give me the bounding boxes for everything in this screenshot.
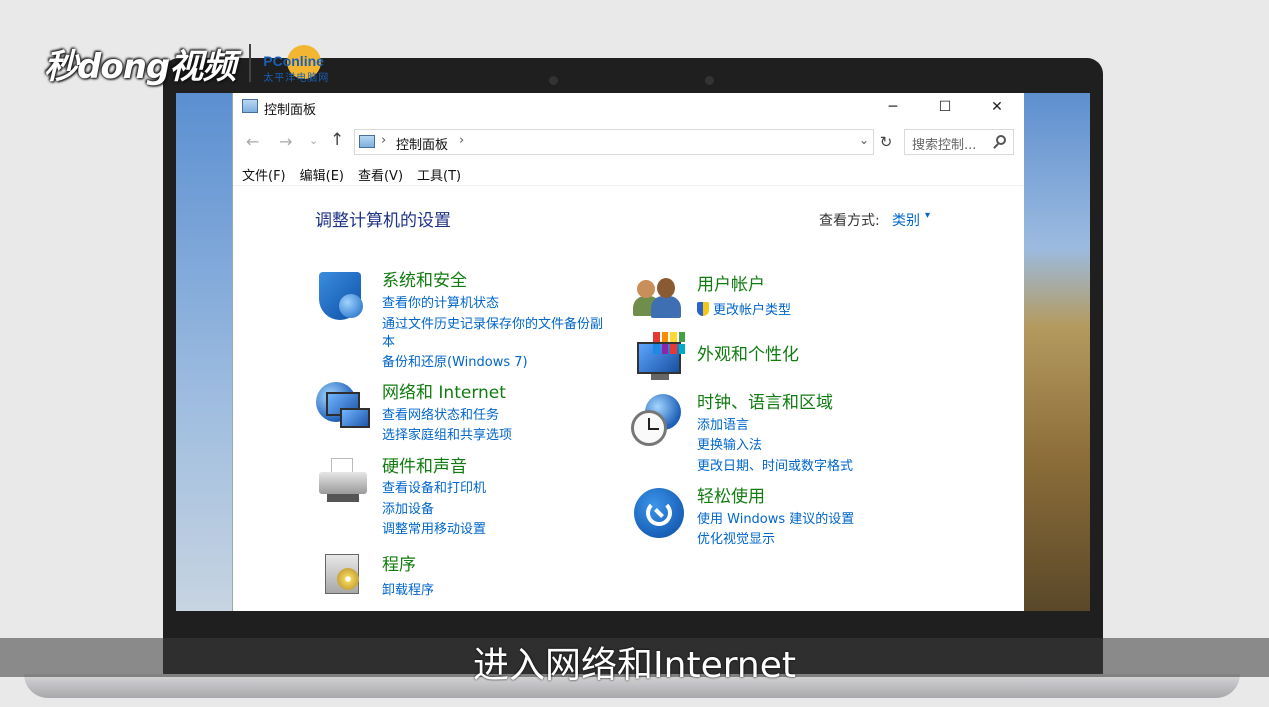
breadcrumb-chevron-icon[interactable]: ›	[381, 133, 386, 148]
menu-bar: 文件(F) 编辑(E) 查看(V) 工具(T)	[242, 165, 461, 184]
window-title: 控制面板	[264, 103, 317, 118]
category-network-internet[interactable]: 网络和 Internet	[382, 378, 506, 403]
ease-of-access-icon[interactable]	[634, 488, 684, 538]
category-appearance[interactable]: 外观和个性化	[697, 340, 799, 365]
uac-shield-icon	[697, 302, 709, 316]
link-mobility-settings[interactable]: 调整常用移动设置	[382, 518, 486, 537]
link-file-history-backup[interactable]: 通过文件历史记录保存你的文件备份副	[382, 313, 603, 332]
appearance-icon[interactable]	[635, 332, 685, 382]
link-optimize-visual-display[interactable]: 优化视觉显示	[697, 528, 775, 547]
view-by-dropdown[interactable]: 类别	[892, 210, 920, 230]
close-button[interactable]: ✕	[971, 93, 1023, 121]
link-homegroup-sharing[interactable]: 选择家庭组和共享选项	[382, 424, 512, 443]
navigation-bar: ← → ⌄ ↑ › 控制面板 › ⌄ ↻ 搜索控制...	[233, 128, 1024, 156]
address-dropdown-icon[interactable]: ⌄	[859, 133, 869, 147]
link-change-account-type[interactable]: 更改帐户类型	[697, 299, 791, 318]
link-backup-restore[interactable]: 备份和还原(Windows 7)	[382, 351, 528, 370]
bezel-sensor	[705, 76, 714, 85]
control-panel-window: 控制面板 ─ ☐ ✕ ← → ⌄ ↑ › 控制面板 › ⌄ ↻ 搜索控制... …	[232, 93, 1024, 611]
logo-text: PConline	[263, 53, 324, 69]
breadcrumb-control-panel[interactable]: 控制面板	[396, 134, 448, 153]
control-panel-icon	[242, 99, 258, 113]
link-windows-recommended-settings[interactable]: 使用 Windows 建议的设置	[697, 508, 854, 527]
wallpaper-right	[1024, 93, 1090, 611]
category-user-accounts[interactable]: 用户帐户	[697, 270, 765, 295]
category-clock-language-region[interactable]: 时钟、语言和区域	[697, 388, 833, 413]
link-uninstall-program[interactable]: 卸载程序	[382, 579, 434, 598]
search-icon[interactable]	[996, 135, 1006, 145]
address-control-panel-icon	[359, 135, 375, 148]
forward-arrow-icon[interactable]: →	[279, 132, 292, 151]
category-programs[interactable]: 程序	[382, 550, 416, 575]
bezel-sensor	[549, 76, 558, 85]
printer-icon[interactable]	[317, 456, 367, 506]
link-add-language[interactable]: 添加语言	[697, 414, 749, 433]
page-title: 调整计算机的设置	[315, 211, 451, 231]
watermark-divider	[249, 44, 252, 82]
link-view-computer-status[interactable]: 查看你的计算机状态	[382, 292, 499, 311]
video-caption: 进入网络和Internet	[473, 645, 796, 686]
maximize-button[interactable]: ☐	[919, 93, 971, 121]
category-ease-of-access[interactable]: 轻松使用	[697, 482, 765, 507]
search-input[interactable]: 搜索控制...	[904, 129, 1014, 155]
view-by-caret-icon[interactable]: ▾	[925, 210, 930, 221]
up-arrow-icon[interactable]: ↑	[330, 130, 344, 150]
pconline-logo: PConline 太平洋电脑网	[263, 43, 343, 84]
back-arrow-icon[interactable]: ←	[246, 132, 259, 151]
title-bar[interactable]: 控制面板 ─ ☐ ✕	[233, 93, 1024, 121]
watermark-brand: 秒dong视频	[44, 46, 236, 87]
program-icon[interactable]	[319, 546, 369, 596]
link-devices-printers[interactable]: 查看设备和打印机	[382, 477, 486, 496]
link-file-history-backup-cont[interactable]: 本	[382, 331, 395, 350]
menu-file[interactable]: 文件(F)	[242, 165, 286, 184]
clock-icon[interactable]	[631, 394, 681, 446]
link-change-date-time-format[interactable]: 更改日期、时间或数字格式	[697, 455, 853, 474]
video-watermark: 秒dong视频 PConline 太平洋电脑网	[44, 38, 343, 88]
wallpaper-left	[176, 93, 234, 611]
users-icon[interactable]	[633, 274, 683, 324]
menu-view[interactable]: 查看(V)	[358, 165, 403, 184]
minimize-button[interactable]: ─	[867, 93, 919, 121]
refresh-icon[interactable]: ↻	[877, 129, 895, 155]
shield-icon[interactable]	[317, 272, 367, 322]
breadcrumb-chevron-icon[interactable]: ›	[459, 133, 464, 148]
category-hardware-sound[interactable]: 硬件和声音	[382, 452, 467, 477]
search-placeholder: 搜索控制...	[912, 138, 977, 153]
link-view-network-status[interactable]: 查看网络状态和任务	[382, 404, 499, 423]
link-add-device[interactable]: 添加设备	[382, 498, 434, 517]
category-system-security[interactable]: 系统和安全	[382, 266, 467, 291]
link-change-input-method[interactable]: 更换输入法	[697, 434, 762, 453]
logo-subtext: 太平洋电脑网	[263, 73, 330, 84]
menu-tools[interactable]: 工具(T)	[417, 165, 461, 184]
address-bar[interactable]: › 控制面板 › ⌄	[354, 129, 874, 155]
content-area: 调整计算机的设置 查看方式: 类别 ▾ 系统和安全 查看你的计算机状态 通过文件…	[233, 185, 1024, 611]
recent-locations-icon[interactable]: ⌄	[309, 134, 318, 147]
menu-edit[interactable]: 编辑(E)	[300, 165, 344, 184]
view-by-label: 查看方式:	[819, 213, 880, 229]
network-icon[interactable]	[316, 382, 370, 432]
